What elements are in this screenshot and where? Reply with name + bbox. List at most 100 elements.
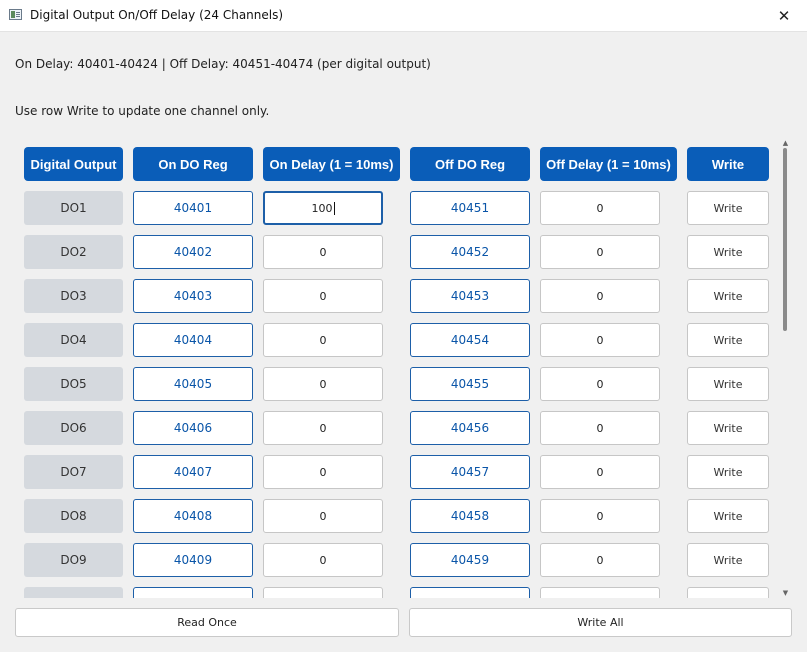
off-reg-field-text: 40456 (450, 421, 490, 435)
close-button[interactable]: ✕ (761, 0, 807, 31)
off-reg-field[interactable]: 40457 (410, 455, 530, 489)
scroll-down-arrow-icon[interactable]: ▼ (780, 588, 791, 598)
off-delay-input[interactable]: 0 (540, 543, 660, 577)
do-label: DO9 (24, 543, 123, 577)
on-reg-field-text: 40407 (173, 465, 213, 479)
on-reg-field[interactable]: 40404 (133, 323, 253, 357)
row-write-button[interactable]: Write (687, 235, 769, 269)
row-write-button[interactable]: Write (687, 367, 769, 401)
off-delay-input[interactable]: 0 (540, 235, 660, 269)
on-reg-field[interactable]: 40408 (133, 499, 253, 533)
off-reg-field[interactable]: 40453 (410, 279, 530, 313)
read-once-button[interactable]: Read Once (15, 608, 399, 637)
do-label (24, 587, 123, 598)
on-delay-input-text: 0 (319, 289, 327, 303)
row-write-button[interactable]: Write (687, 323, 769, 357)
on-delay-input-text: 0 (319, 509, 327, 523)
off-reg-field-text: 40451 (450, 201, 490, 215)
row-write-button[interactable]: Write (687, 455, 769, 489)
on-delay-input[interactable]: 0 (263, 323, 383, 357)
do-label-text: DO6 (60, 421, 87, 435)
on-delay-input[interactable]: 0 (263, 499, 383, 533)
window-title: Digital Output On/Off Delay (24 Channels… (30, 8, 284, 22)
header-write: Write (687, 147, 769, 181)
scroll-up-arrow-icon[interactable]: ▲ (780, 138, 791, 148)
row-write-button[interactable]: Write (687, 543, 769, 577)
on-delay-input[interactable]: 0 (263, 543, 383, 577)
row-write-button-text: Write (713, 377, 743, 391)
off-delay-input[interactable] (540, 587, 660, 598)
off-delay-input[interactable]: 0 (540, 499, 660, 533)
vertical-scrollbar[interactable]: ▲ ▼ (778, 138, 793, 598)
off-reg-field-text: 40458 (450, 509, 490, 523)
do-label: DO5 (24, 367, 123, 401)
register-range-info: On Delay: 40401-40424 | Off Delay: 40451… (15, 57, 431, 71)
off-reg-field-text: 40455 (450, 377, 490, 391)
on-reg-field[interactable]: 40401 (133, 191, 253, 225)
on-reg-field[interactable]: 40402 (133, 235, 253, 269)
off-delay-input[interactable]: 0 (540, 367, 660, 401)
do-label: DO2 (24, 235, 123, 269)
row-write-button[interactable] (687, 587, 769, 598)
off-reg-field[interactable]: 40458 (410, 499, 530, 533)
row-write-button[interactable]: Write (687, 411, 769, 445)
do-label-text: DO7 (60, 465, 87, 479)
on-delay-input-text: 0 (319, 245, 327, 259)
on-reg-field[interactable]: 40406 (133, 411, 253, 445)
scrollbar-thumb[interactable] (783, 148, 787, 331)
row-write-button[interactable]: Write (687, 191, 769, 225)
off-delay-input[interactable]: 0 (540, 323, 660, 357)
write-all-button[interactable]: Write All (409, 608, 792, 637)
off-reg-field[interactable]: 40452 (410, 235, 530, 269)
on-reg-field[interactable]: 40405 (133, 367, 253, 401)
on-reg-field[interactable]: 40409 (133, 543, 253, 577)
on-reg-field-text: 40405 (173, 377, 213, 391)
on-delay-input-text: 0 (319, 421, 327, 435)
off-delay-input[interactable]: 0 (540, 191, 660, 225)
on-delay-input[interactable]: 0 (263, 411, 383, 445)
off-delay-input-text: 0 (596, 289, 604, 303)
off-reg-field[interactable] (410, 587, 530, 598)
on-delay-input[interactable]: 0 (263, 455, 383, 489)
text-cursor (333, 201, 335, 215)
on-delay-input[interactable]: 0 (263, 279, 383, 313)
on-reg-field[interactable] (133, 587, 253, 598)
off-delay-input[interactable]: 0 (540, 455, 660, 489)
on-delay-input[interactable]: 100 (263, 191, 383, 225)
do-label-text: DO5 (60, 377, 87, 391)
do-label: DO3 (24, 279, 123, 313)
on-reg-field[interactable]: 40403 (133, 279, 253, 313)
header-on-delay: On Delay (1 = 10ms) (263, 147, 400, 181)
off-reg-field[interactable]: 40459 (410, 543, 530, 577)
on-reg-field[interactable]: 40407 (133, 455, 253, 489)
row-write-button[interactable]: Write (687, 279, 769, 313)
off-reg-field[interactable]: 40456 (410, 411, 530, 445)
off-delay-input-text: 0 (596, 553, 604, 567)
off-reg-field-text: 40459 (450, 553, 490, 567)
on-reg-field-text: 40406 (173, 421, 213, 435)
off-delay-input-text: 0 (596, 421, 604, 435)
off-reg-field[interactable]: 40455 (410, 367, 530, 401)
header-off-delay: Off Delay (1 = 10ms) (540, 147, 677, 181)
row-write-button-text: Write (713, 333, 743, 347)
on-delay-input[interactable]: 0 (263, 235, 383, 269)
off-delay-input-text: 0 (596, 465, 604, 479)
do-label: DO1 (24, 191, 123, 225)
row-write-button-text: Write (713, 553, 743, 567)
do-label-text: DO8 (60, 509, 87, 523)
off-reg-field-text: 40453 (450, 289, 490, 303)
instruction-text: Use row Write to update one channel only… (15, 104, 270, 118)
on-reg-field-text: 40409 (173, 553, 213, 567)
on-delay-input[interactable] (263, 587, 383, 598)
off-reg-field[interactable]: 40451 (410, 191, 530, 225)
do-label-text: DO2 (60, 245, 87, 259)
row-write-button[interactable]: Write (687, 499, 769, 533)
off-delay-input[interactable]: 0 (540, 411, 660, 445)
off-delay-input[interactable]: 0 (540, 279, 660, 313)
off-reg-field[interactable]: 40454 (410, 323, 530, 357)
off-reg-field-text: 40454 (450, 333, 490, 347)
channel-table: DO1 40401 100 40451 0 Write DO2 40402 0 40452 0 Wri… (0, 186, 780, 598)
off-delay-input-text: 0 (596, 201, 604, 215)
on-delay-input[interactable]: 0 (263, 367, 383, 401)
do-label: DO7 (24, 455, 123, 489)
